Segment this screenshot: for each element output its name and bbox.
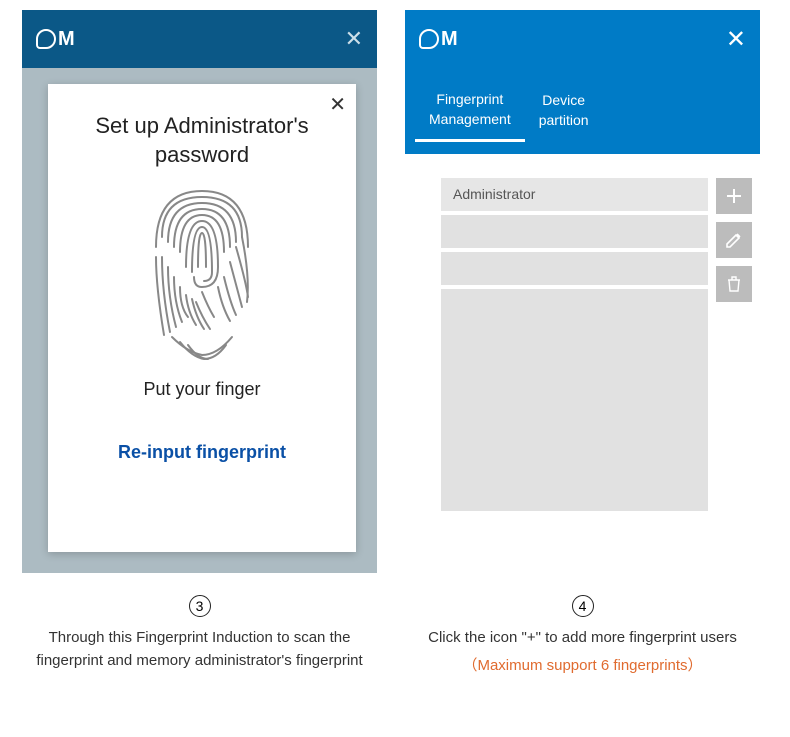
plus-icon: [724, 186, 744, 206]
user-row[interactable]: [441, 215, 708, 248]
step3-caption: 3 Through this Fingerprint Induction to …: [22, 595, 377, 675]
caption-note: （Maximum support 6 fingerprints）: [405, 654, 760, 675]
setup-modal: ✕ Set up Administrator's password: [48, 84, 356, 552]
step-number: 3: [189, 595, 211, 617]
setup-password-window: M ✕ ✕ Set up Administrator's password: [22, 10, 377, 573]
modal-title: Set up Administrator's password: [48, 112, 356, 169]
dm-logo: M: [36, 28, 74, 51]
edit-icon: [724, 230, 744, 250]
dm-logo: M: [419, 28, 457, 51]
fingerprint-icon: [48, 187, 356, 367]
caption-text: Click the icon "+" to add more fingerpri…: [405, 627, 760, 650]
fingerprint-management-window: M ✕ Fingerprint Management Device partit…: [405, 10, 760, 573]
delete-user-button[interactable]: [716, 266, 752, 302]
user-list: Administrator: [441, 178, 708, 511]
empty-area: [441, 289, 708, 511]
step-number: 4: [572, 595, 594, 617]
caption-text: Through this Fingerprint Induction to sc…: [22, 627, 377, 672]
reinput-fingerprint-link[interactable]: Re-input fingerprint: [48, 442, 356, 463]
trash-icon: [724, 274, 744, 294]
tab-bar: Fingerprint Management Device partition: [405, 68, 760, 154]
window-close-icon[interactable]: ✕: [726, 25, 746, 54]
window-header: M ✕: [22, 10, 377, 68]
user-row[interactable]: Administrator: [441, 178, 708, 211]
window-close-icon[interactable]: ✕: [345, 26, 363, 52]
tab-fingerprint-management[interactable]: Fingerprint Management: [415, 80, 525, 142]
tab-device-partition[interactable]: Device partition: [525, 81, 603, 140]
modal-close-icon[interactable]: ✕: [329, 92, 346, 117]
step4-caption: 4 Click the icon "+" to add more fingerp…: [405, 595, 760, 675]
add-user-button[interactable]: [716, 178, 752, 214]
window-header: M ✕ Fingerprint Management Device partit…: [405, 10, 760, 154]
user-row[interactable]: [441, 252, 708, 285]
put-finger-label: Put your finger: [48, 379, 356, 400]
edit-user-button[interactable]: [716, 222, 752, 258]
